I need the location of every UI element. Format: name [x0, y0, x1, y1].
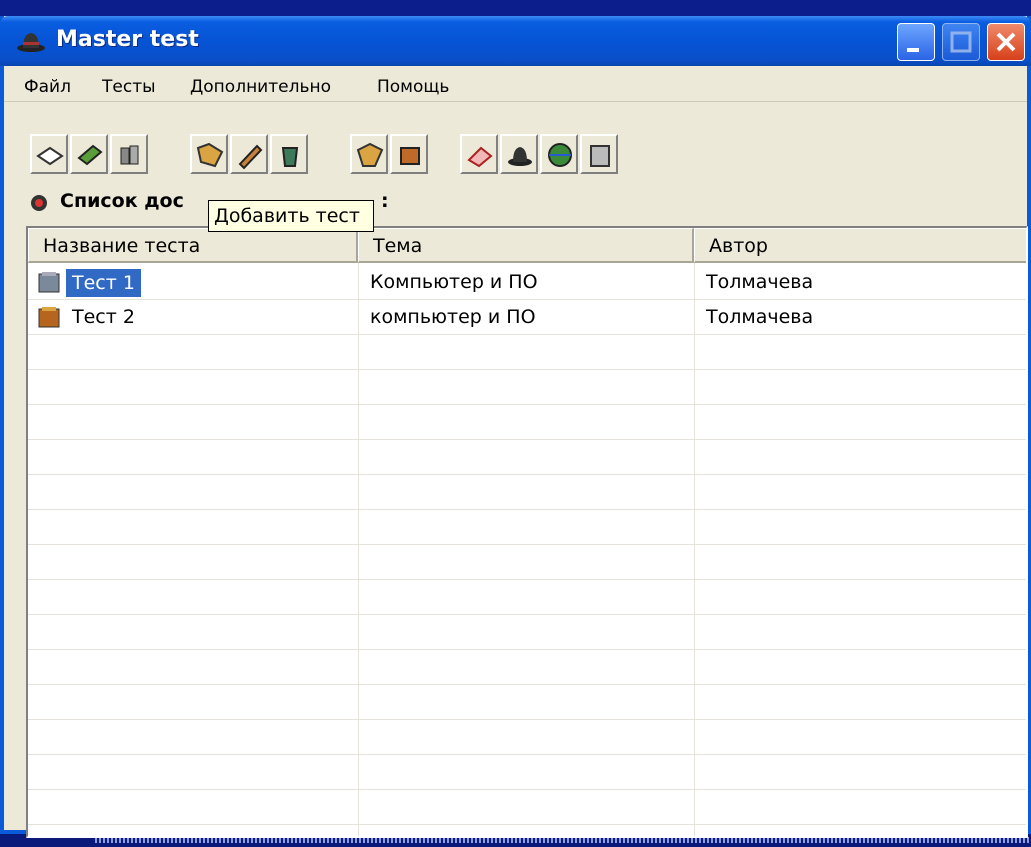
empty-row — [28, 650, 1026, 685]
empty-row — [28, 510, 1026, 545]
empty-row — [28, 405, 1026, 440]
minimize-icon — [907, 48, 919, 52]
column-header-name[interactable]: Название теста — [28, 228, 358, 263]
tools-icon — [120, 145, 139, 165]
title-bar[interactable]: Master test — [0, 16, 1031, 66]
toolbar — [4, 106, 1027, 182]
folder-hand-icon — [196, 142, 224, 168]
empty-row — [28, 580, 1026, 615]
package-icon — [400, 147, 420, 165]
test-name: Тест 1 — [66, 269, 141, 297]
empty-row — [28, 370, 1026, 405]
archive-button[interactable] — [350, 134, 388, 174]
test-author: Толмачева — [706, 271, 814, 293]
list-bullet-icon — [31, 195, 47, 211]
test-gray-icon — [38, 272, 60, 293]
menu-help[interactable]: Помощь — [377, 77, 449, 97]
list-label-colon: : — [381, 190, 389, 212]
check-icon — [77, 144, 103, 166]
empty-row — [28, 720, 1026, 755]
close-icon — [996, 32, 1016, 52]
globe-icon — [548, 143, 572, 167]
minimize-button[interactable] — [897, 23, 935, 61]
column-header-author[interactable]: Автор — [694, 228, 1026, 263]
app-window: Master test Файл Тесты Дополнительно Пом… — [0, 16, 1031, 838]
menu-file[interactable]: Файл — [24, 77, 71, 97]
column-header-topic[interactable]: Тема — [358, 228, 694, 263]
test-author: Толмачева — [706, 306, 814, 328]
empty-row — [28, 685, 1026, 720]
empty-row — [28, 615, 1026, 650]
printer-button[interactable] — [580, 134, 618, 174]
empty-row — [28, 475, 1026, 510]
tests-table[interactable]: Название теста Тема Автор Тест 1 Компьют… — [26, 226, 1028, 838]
pencil-icon — [238, 144, 263, 170]
printer-icon — [590, 145, 610, 167]
tools-button[interactable] — [110, 134, 148, 174]
tooltip: Добавить тест — [208, 200, 374, 232]
archive-icon — [356, 142, 384, 167]
table-row[interactable]: Тест 1 Компьютер и ПО Толмачева — [28, 265, 1026, 300]
maximize-icon — [950, 31, 972, 53]
empty-row — [28, 335, 1026, 370]
empty-row — [28, 790, 1026, 825]
test-topic: Компьютер и ПО — [370, 271, 538, 293]
globe-button[interactable] — [540, 134, 578, 174]
trash-button[interactable] — [270, 134, 308, 174]
pencil-button[interactable] — [230, 134, 268, 174]
test-topic: компьютер и ПО — [370, 306, 536, 328]
eraser-icon — [467, 146, 493, 168]
trash-icon — [281, 147, 299, 167]
menu-bar: Файл Тесты Дополнительно Помощь — [4, 68, 1027, 102]
package-button[interactable] — [390, 134, 428, 174]
test-brown-icon — [38, 307, 60, 328]
folder-hand-button[interactable] — [190, 134, 228, 174]
app-hat-icon — [17, 33, 45, 52]
empty-row — [28, 755, 1026, 790]
maximize-button[interactable] — [942, 23, 980, 61]
empty-row — [28, 545, 1026, 580]
user-button[interactable] — [500, 134, 538, 174]
user-icon — [508, 147, 532, 166]
empty-row — [28, 440, 1026, 475]
test-name: Тест 2 — [72, 306, 135, 328]
open-button[interactable] — [30, 134, 68, 174]
eraser-button[interactable] — [460, 134, 498, 174]
menu-additional[interactable]: Дополнительно — [190, 77, 331, 97]
check-button[interactable] — [70, 134, 108, 174]
table-row[interactable]: Тест 2 компьютер и ПО Толмачева — [28, 300, 1026, 335]
window-title: Master test — [56, 27, 199, 52]
close-button[interactable] — [987, 23, 1025, 61]
menu-tests[interactable]: Тесты — [102, 77, 156, 97]
list-label-text: Список дос — [60, 190, 184, 212]
open-icon — [36, 146, 64, 166]
